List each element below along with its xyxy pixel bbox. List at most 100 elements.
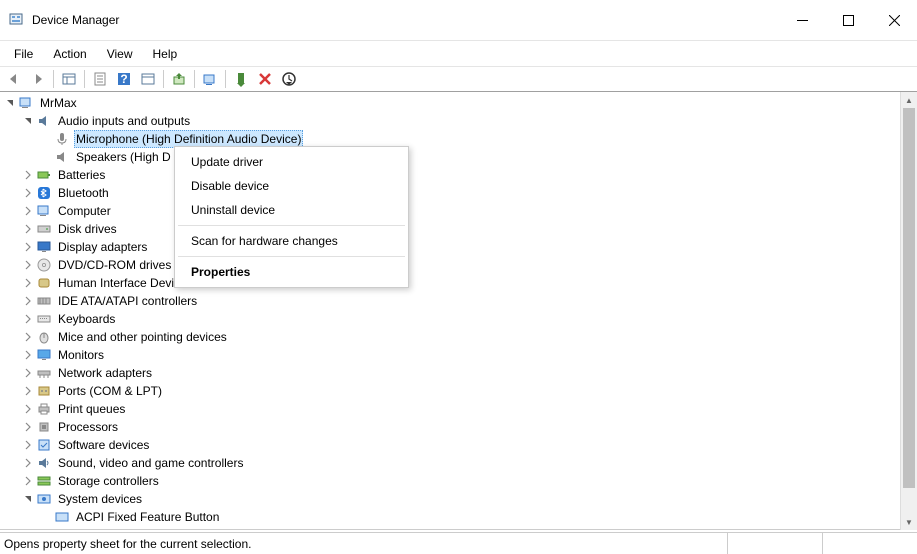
tree-node-label: Ports (COM & LPT) bbox=[56, 382, 164, 400]
update-driver-button[interactable] bbox=[167, 68, 191, 90]
scroll-up-arrow[interactable]: ▲ bbox=[901, 92, 917, 108]
menu-view[interactable]: View bbox=[97, 43, 143, 65]
tree-node[interactable]: ACPI Fixed Feature Button bbox=[4, 508, 917, 526]
tree-node[interactable]: Bluetooth bbox=[4, 184, 917, 202]
show-hide-console-button[interactable] bbox=[57, 68, 81, 90]
tree-node-label: Software devices bbox=[56, 436, 151, 454]
tree-node-label: Mice and other pointing devices bbox=[56, 328, 229, 346]
mic-icon bbox=[54, 131, 70, 147]
chevron-right-icon[interactable] bbox=[22, 170, 34, 180]
chevron-right-icon[interactable] bbox=[22, 350, 34, 360]
context-menu-item[interactable]: Disable device bbox=[177, 174, 406, 198]
vertical-scrollbar[interactable]: ▲ ▼ bbox=[900, 92, 917, 530]
chevron-right-icon[interactable] bbox=[22, 386, 34, 396]
tree-node-label: Bluetooth bbox=[56, 184, 111, 202]
properties-button[interactable] bbox=[88, 68, 112, 90]
network-icon bbox=[36, 365, 52, 381]
tree-node[interactable]: Keyboards bbox=[4, 310, 917, 328]
tree-node[interactable]: Network adapters bbox=[4, 364, 917, 382]
chevron-right-icon[interactable] bbox=[22, 242, 34, 252]
context-menu-item[interactable]: Properties bbox=[177, 260, 406, 284]
disable-device-button[interactable] bbox=[277, 68, 301, 90]
audio-icon bbox=[36, 113, 52, 129]
keyboard-icon bbox=[36, 311, 52, 327]
chevron-right-icon[interactable] bbox=[22, 476, 34, 486]
sound-icon bbox=[36, 455, 52, 471]
tree-node[interactable]: Disk drives bbox=[4, 220, 917, 238]
tree-node[interactable]: Ports (COM & LPT) bbox=[4, 382, 917, 400]
chevron-right-icon[interactable] bbox=[22, 206, 34, 216]
scroll-down-arrow[interactable]: ▼ bbox=[901, 514, 917, 530]
scroll-thumb[interactable] bbox=[903, 108, 915, 488]
chevron-right-icon[interactable] bbox=[22, 278, 34, 288]
menu-file[interactable]: File bbox=[4, 43, 43, 65]
chevron-right-icon[interactable] bbox=[22, 404, 34, 414]
tree-node[interactable]: Audio inputs and outputs bbox=[4, 112, 917, 130]
tree-node[interactable]: System devices bbox=[4, 490, 917, 508]
uninstall-device-button[interactable] bbox=[253, 68, 277, 90]
tree-node-label: Network adapters bbox=[56, 364, 154, 382]
menu-action[interactable]: Action bbox=[43, 43, 96, 65]
system-icon bbox=[36, 491, 52, 507]
chevron-right-icon[interactable] bbox=[22, 314, 34, 324]
tree-node[interactable]: Microphone (High Definition Audio Device… bbox=[4, 130, 917, 148]
status-text: Opens property sheet for the current sel… bbox=[0, 537, 727, 551]
menubar: File Action View Help bbox=[0, 40, 917, 66]
tree-node[interactable]: IDE ATA/ATAPI controllers bbox=[4, 292, 917, 310]
tree-node[interactable]: Print queues bbox=[4, 400, 917, 418]
tree-node-label: Batteries bbox=[56, 166, 107, 184]
tree-node[interactable]: DVD/CD-ROM drives bbox=[4, 256, 917, 274]
scan-hardware-button[interactable] bbox=[198, 68, 222, 90]
tree-node-label: Print queues bbox=[56, 400, 127, 418]
chevron-right-icon[interactable] bbox=[22, 368, 34, 378]
tree-node[interactable]: Software devices bbox=[4, 436, 917, 454]
tree-node[interactable]: Human Interface Devices bbox=[4, 274, 917, 292]
tree-node[interactable]: Mice and other pointing devices bbox=[4, 328, 917, 346]
menu-separator bbox=[178, 256, 405, 257]
tree-node-label: Monitors bbox=[56, 346, 106, 364]
tree-node[interactable]: Speakers (High D bbox=[4, 148, 917, 166]
printer-icon bbox=[36, 401, 52, 417]
context-menu-item[interactable]: Uninstall device bbox=[177, 198, 406, 222]
chevron-right-icon[interactable] bbox=[22, 260, 34, 270]
monitor-icon bbox=[36, 347, 52, 363]
tree-node-label: Computer bbox=[56, 202, 113, 220]
chevron-down-icon[interactable] bbox=[22, 494, 34, 504]
tree-node-label: IDE ATA/ATAPI controllers bbox=[56, 292, 199, 310]
tree-node[interactable]: Batteries bbox=[4, 166, 917, 184]
minimize-button[interactable] bbox=[779, 4, 825, 36]
chevron-down-icon[interactable] bbox=[22, 116, 34, 126]
tree-node-label: Speakers (High D bbox=[74, 148, 173, 166]
tree-node[interactable]: Sound, video and game controllers bbox=[4, 454, 917, 472]
menu-help[interactable]: Help bbox=[143, 43, 188, 65]
action-list-button[interactable] bbox=[136, 68, 160, 90]
enable-device-button[interactable] bbox=[229, 68, 253, 90]
tree-node[interactable]: Display adapters bbox=[4, 238, 917, 256]
tree-node[interactable]: MrMax bbox=[4, 94, 917, 112]
chevron-right-icon[interactable] bbox=[22, 296, 34, 306]
maximize-button[interactable] bbox=[825, 4, 871, 36]
bluetooth-icon bbox=[36, 185, 52, 201]
tree-node-label: Disk drives bbox=[56, 220, 119, 238]
forward-button[interactable] bbox=[26, 68, 50, 90]
device-tree[interactable]: MrMaxAudio inputs and outputsMicrophone … bbox=[0, 92, 917, 530]
tree-node[interactable]: Processors bbox=[4, 418, 917, 436]
mouse-icon bbox=[36, 329, 52, 345]
tree-node[interactable]: Monitors bbox=[4, 346, 917, 364]
chevron-right-icon[interactable] bbox=[22, 458, 34, 468]
help-button[interactable]: ? bbox=[112, 68, 136, 90]
chevron-right-icon[interactable] bbox=[22, 422, 34, 432]
tree-node[interactable]: Storage controllers bbox=[4, 472, 917, 490]
chevron-right-icon[interactable] bbox=[22, 188, 34, 198]
chevron-right-icon[interactable] bbox=[22, 440, 34, 450]
chevron-right-icon[interactable] bbox=[22, 224, 34, 234]
chevron-right-icon[interactable] bbox=[22, 332, 34, 342]
chevron-down-icon[interactable] bbox=[4, 98, 16, 108]
context-menu-item[interactable]: Scan for hardware changes bbox=[177, 229, 406, 253]
back-button[interactable] bbox=[2, 68, 26, 90]
battery-icon bbox=[36, 167, 52, 183]
tree-node[interactable]: Computer bbox=[4, 202, 917, 220]
close-button[interactable] bbox=[871, 4, 917, 36]
computer-icon bbox=[36, 203, 52, 219]
context-menu-item[interactable]: Update driver bbox=[177, 150, 406, 174]
